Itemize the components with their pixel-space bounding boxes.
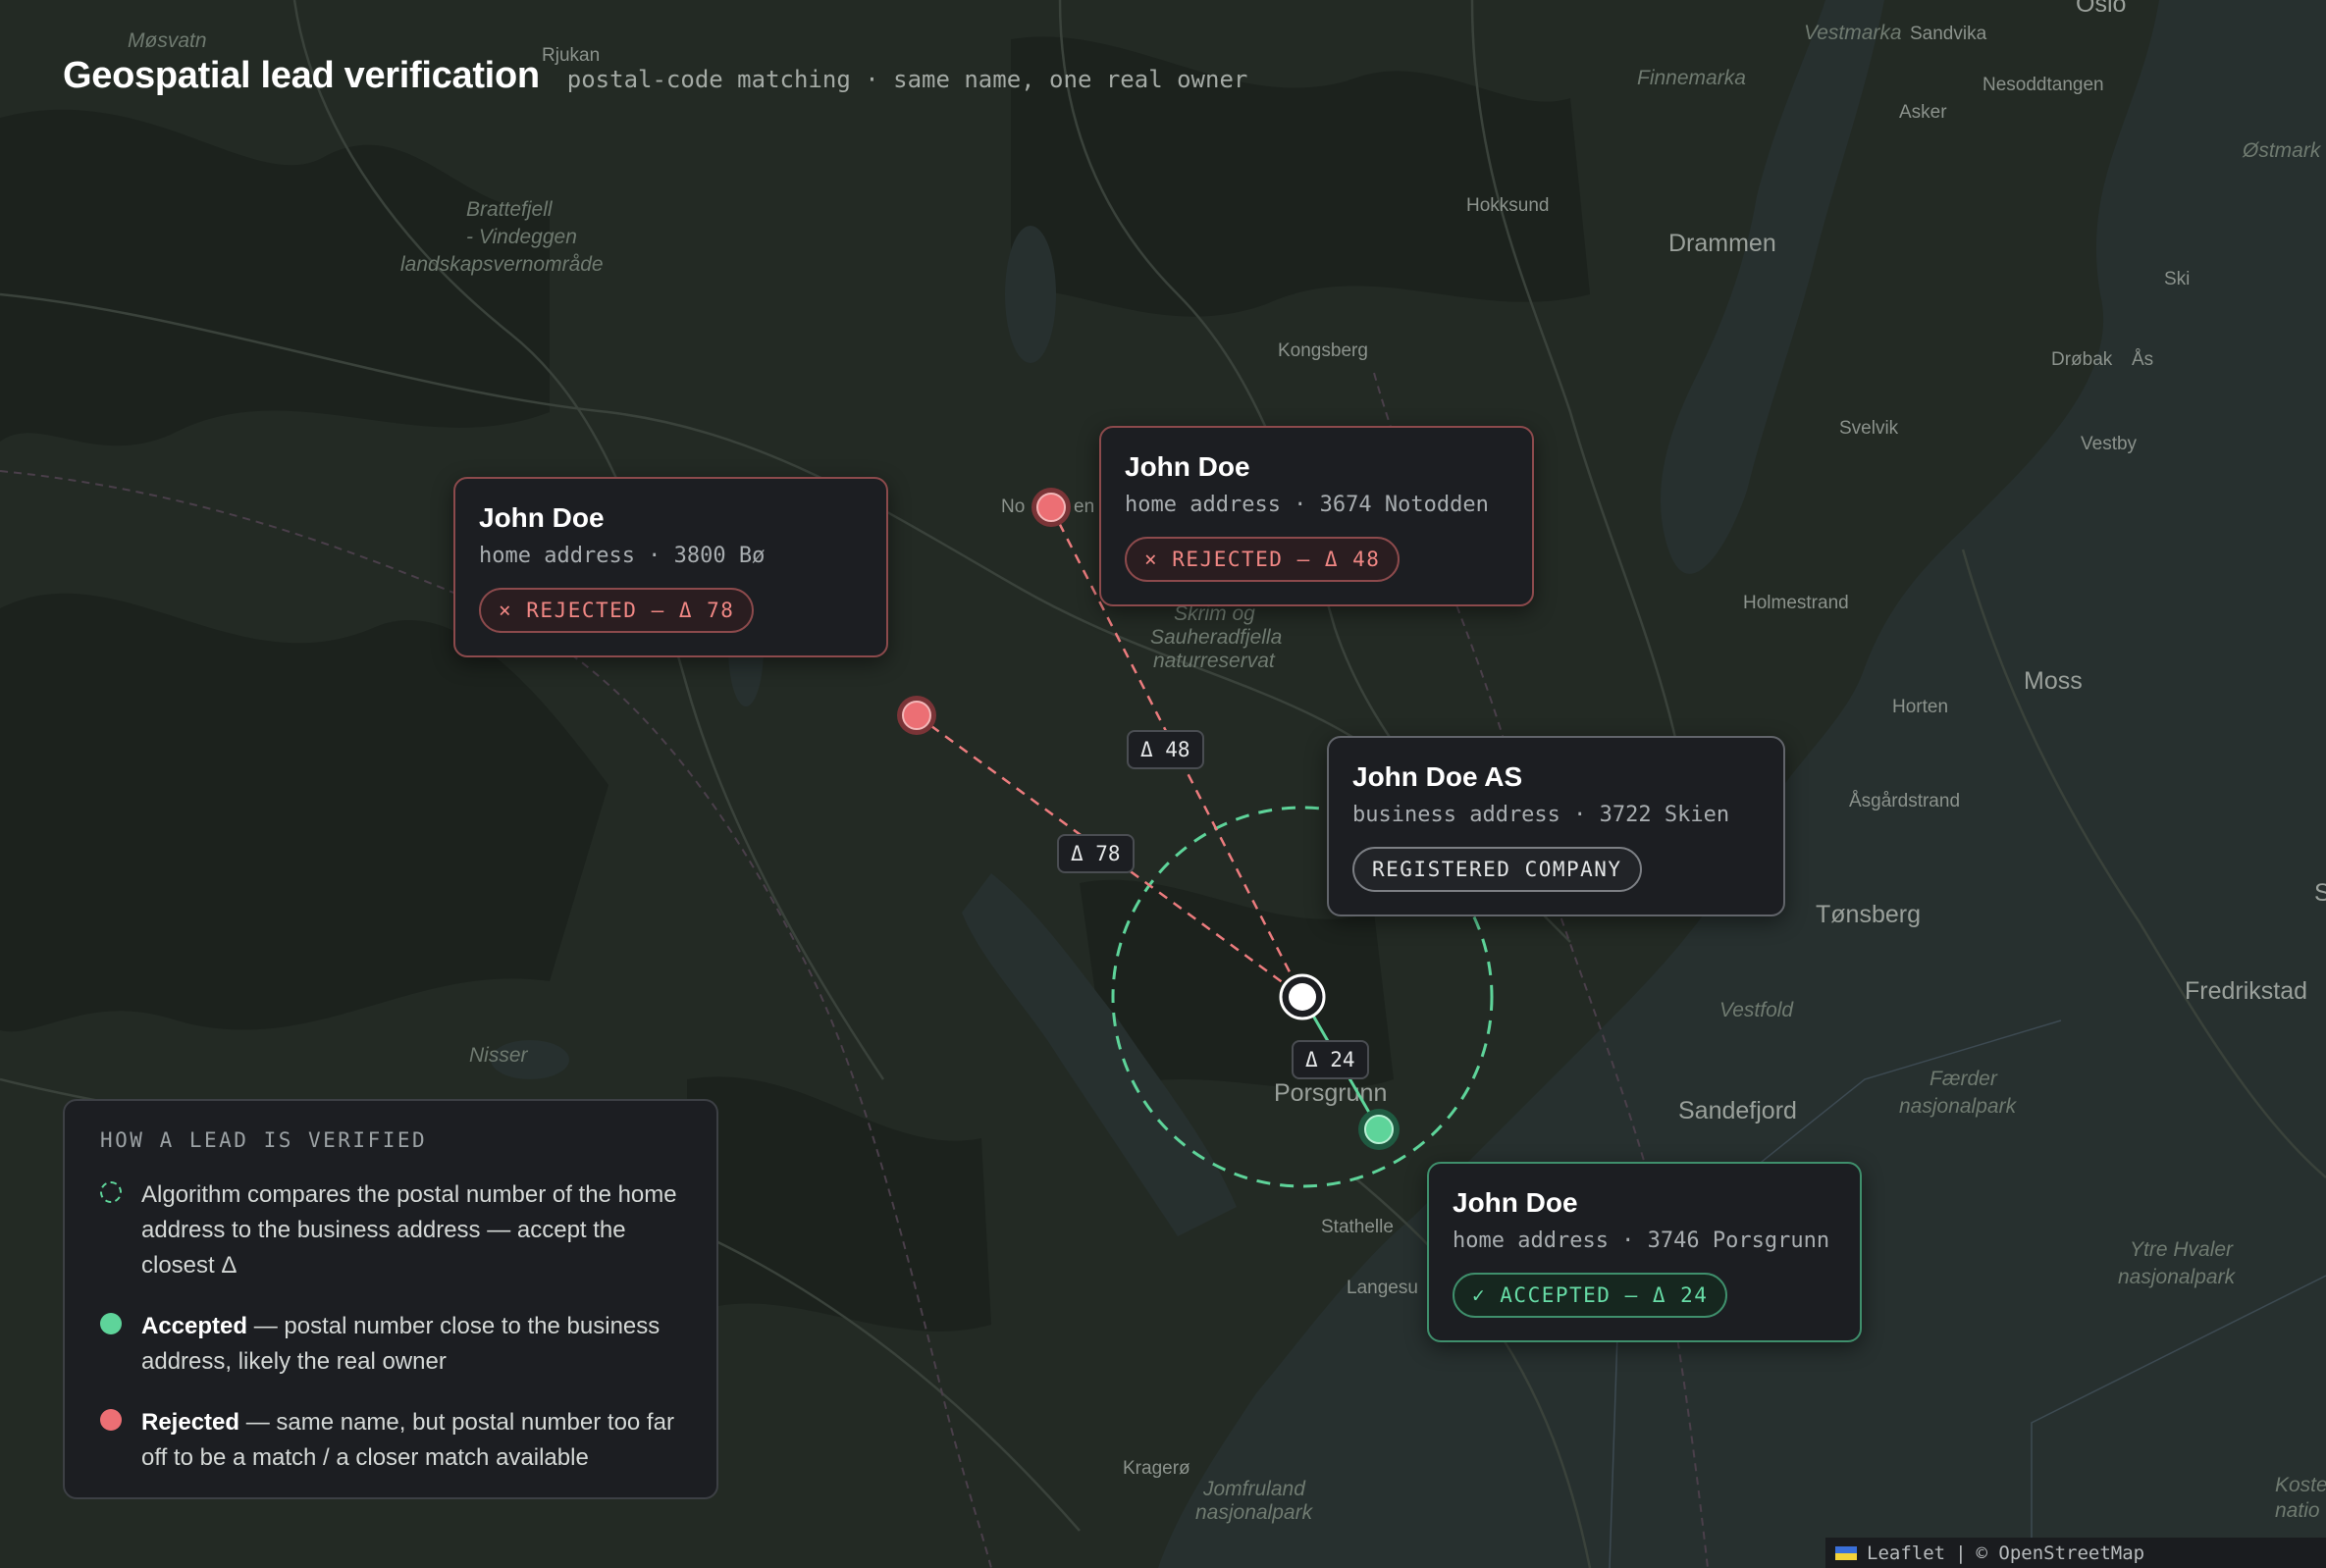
legend-rejected-title: Rejected xyxy=(141,1409,240,1436)
company-address: business address · 3722 Skien xyxy=(1352,803,1730,827)
legend-panel: HOW A LEAD IS VERIFIED Algorithm compare… xyxy=(63,1099,718,1499)
svg-text:Fredrikstad: Fredrikstad xyxy=(2185,977,2307,1005)
dashed-circle-icon xyxy=(100,1181,122,1203)
status-badge-rejected: × REJECTED — Δ 78 xyxy=(479,588,755,633)
svg-text:Nisser: Nisser xyxy=(469,1044,529,1067)
svg-text:Vestby: Vestby xyxy=(2081,434,2138,454)
marker-rejected-notodden[interactable] xyxy=(1031,488,1071,527)
svg-text:Jomfruland: Jomfruland xyxy=(1202,1478,1306,1500)
delta-label-porsgrunn: Δ 24 xyxy=(1292,1040,1369,1079)
legend-row-accepted: Accepted — postal number close to the bu… xyxy=(100,1309,681,1380)
header: Geospatial lead verification postal-code… xyxy=(63,55,1247,97)
svg-text:Porsgrunn: Porsgrunn xyxy=(1274,1079,1387,1107)
company-name: John Doe AS xyxy=(1352,761,1523,792)
svg-text:nasjonalpark: nasjonalpark xyxy=(1899,1095,2018,1118)
svg-text:Sauheradfjella: Sauheradfjella xyxy=(1150,626,1282,649)
svg-text:Kragerø: Kragerø xyxy=(1123,1458,1190,1479)
svg-text:Ås: Ås xyxy=(2132,349,2153,370)
svg-text:Asker: Asker xyxy=(1899,102,1947,123)
svg-text:Åsgårdstrand: Åsgårdstrand xyxy=(1849,791,1960,811)
page-title: Geospatial lead verification xyxy=(63,55,540,96)
red-dot-icon xyxy=(100,1409,122,1431)
svg-text:Tønsberg: Tønsberg xyxy=(1816,901,1921,928)
status-badge-rejected: × REJECTED — Δ 48 xyxy=(1125,537,1401,582)
svg-text:Drøbak: Drøbak xyxy=(2051,349,2113,370)
svg-text:S: S xyxy=(2314,879,2326,907)
svg-text:Svelvik: Svelvik xyxy=(1839,418,1899,439)
lead-card-porsgrunn[interactable]: John Doe home address · 3746 Porsgrunn ✓… xyxy=(1427,1162,1862,1342)
svg-text:landskapsvernområde: landskapsvernområde xyxy=(400,253,604,276)
leaflet-link[interactable]: Leaflet xyxy=(1867,1542,1945,1564)
svg-text:Holmestrand: Holmestrand xyxy=(1743,593,1849,613)
svg-text:Sandefjord: Sandefjord xyxy=(1678,1097,1797,1124)
lead-card-notodden[interactable]: John Doe home address · 3674 Notodden × … xyxy=(1099,426,1534,606)
lead-address: home address · 3800 Bø xyxy=(479,544,766,568)
svg-text:Kongsberg: Kongsberg xyxy=(1278,340,1368,361)
svg-text:Nesoddtangen: Nesoddtangen xyxy=(1982,75,2104,95)
lead-address: home address · 3674 Notodden xyxy=(1125,493,1489,517)
lead-address: home address · 3746 Porsgrunn xyxy=(1453,1228,1830,1253)
marker-accepted-porsgrunn[interactable] xyxy=(1358,1109,1400,1150)
status-badge-registered: REGISTERED COMPANY xyxy=(1352,847,1642,892)
svg-text:Sandvika: Sandvika xyxy=(1910,24,1987,44)
svg-text:Moss: Moss xyxy=(2024,667,2083,695)
lead-name: John Doe xyxy=(1453,1187,1578,1218)
svg-text:Horten: Horten xyxy=(1892,697,1948,717)
svg-text:Færder: Færder xyxy=(1930,1068,1998,1090)
lead-name: John Doe xyxy=(479,502,605,533)
svg-text:Brattefjell: Brattefjell xyxy=(466,198,554,221)
svg-text:Koste: Koste xyxy=(2275,1474,2326,1496)
delta-label-notodden: Δ 48 xyxy=(1127,730,1204,769)
svg-text:en: en xyxy=(1074,497,1094,517)
company-card-skien[interactable]: John Doe AS business address · 3722 Skie… xyxy=(1327,736,1785,916)
svg-text:Finnemarka: Finnemarka xyxy=(1637,67,1746,89)
legend-row-algorithm: Algorithm compares the postal number of … xyxy=(100,1177,681,1283)
ukraine-flag-icon xyxy=(1835,1545,1857,1560)
svg-text:Drammen: Drammen xyxy=(1668,230,1776,257)
svg-text:natio: natio xyxy=(2275,1499,2320,1522)
lead-card-bo[interactable]: John Doe home address · 3800 Bø × REJECT… xyxy=(453,477,888,657)
lead-name: John Doe xyxy=(1125,451,1250,482)
osm-link[interactable]: © OpenStreetMap xyxy=(1977,1542,2145,1564)
svg-text:- Vindeggen: - Vindeggen xyxy=(466,226,577,248)
delta-label-bo: Δ 78 xyxy=(1057,834,1135,873)
svg-text:Stathelle: Stathelle xyxy=(1321,1217,1394,1237)
marker-rejected-bo[interactable] xyxy=(897,696,936,735)
svg-text:nasjonalpark: nasjonalpark xyxy=(1195,1501,1314,1524)
svg-text:Møsvatn: Møsvatn xyxy=(128,29,207,52)
svg-text:No: No xyxy=(1001,497,1025,517)
green-dot-icon xyxy=(100,1313,122,1334)
legend-algorithm-text: Algorithm compares the postal number of … xyxy=(141,1181,677,1279)
svg-text:Vestmarka: Vestmarka xyxy=(1804,22,1902,44)
svg-text:Ski: Ski xyxy=(2164,269,2190,289)
svg-text:Østmark: Østmark xyxy=(2242,139,2322,162)
legend-row-rejected: Rejected — same name, but postal number … xyxy=(100,1405,681,1476)
svg-text:Vestfold: Vestfold xyxy=(1719,999,1794,1021)
legend-heading: HOW A LEAD IS VERIFIED xyxy=(100,1128,428,1152)
svg-text:naturreservat: naturreservat xyxy=(1153,650,1276,672)
legend-accepted-title: Accepted xyxy=(141,1313,248,1339)
attribution-separator: | xyxy=(1955,1542,1967,1564)
svg-text:Langesu: Langesu xyxy=(1347,1278,1418,1298)
map-attribution: Leaflet | © OpenStreetMap xyxy=(1825,1538,2326,1568)
svg-text:Hokksund: Hokksund xyxy=(1466,195,1550,216)
svg-text:Oslo: Oslo xyxy=(2076,0,2126,18)
marker-business-skien[interactable] xyxy=(1279,973,1326,1020)
page-subtitle: postal-code matching · same name, one re… xyxy=(566,66,1248,93)
svg-text:Ytre Hvaler: Ytre Hvaler xyxy=(2130,1238,2234,1261)
status-badge-accepted: ✓ ACCEPTED — Δ 24 xyxy=(1453,1273,1728,1318)
svg-text:nasjonalpark: nasjonalpark xyxy=(2118,1266,2237,1288)
